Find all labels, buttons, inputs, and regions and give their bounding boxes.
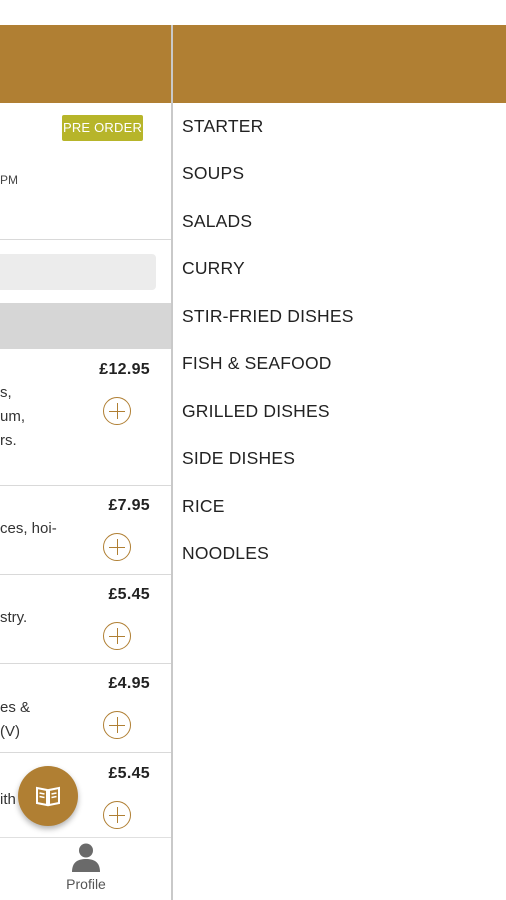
item-description: s, um, rs. xyxy=(0,384,26,449)
nav-item-profile-label: Profile xyxy=(66,876,106,892)
item-description: es & (V) xyxy=(0,699,31,740)
item-price: £7.95 xyxy=(108,497,150,514)
category-drawer: STARTER SOUPS SALADS CURRY STIR-FRIED DI… xyxy=(173,25,506,900)
category-item-curry[interactable]: CURRY xyxy=(182,258,245,279)
category-item-starter[interactable]: STARTER xyxy=(182,116,263,137)
search-input[interactable] xyxy=(0,254,156,290)
category-item-side-dishes[interactable]: SIDE DISHES xyxy=(182,448,295,469)
menu-fab-button[interactable] xyxy=(18,766,78,826)
category-item-noodles[interactable]: NOODLES xyxy=(182,543,269,564)
category-item-soups[interactable]: SOUPS xyxy=(182,163,244,184)
item-description: stry. xyxy=(0,609,28,626)
category-item-stir-fried[interactable]: STIR-FRIED DISHES xyxy=(182,306,354,327)
menu-item: £4.95 es & (V) xyxy=(0,664,172,752)
section-header-bar xyxy=(0,303,172,349)
menu-item: £7.95 ces, hoi- xyxy=(0,486,172,574)
category-item-salads[interactable]: SALADS xyxy=(182,211,252,232)
drawer-header-bar xyxy=(173,25,506,103)
item-price: £5.45 xyxy=(108,586,150,603)
category-item-fish-seafood[interactable]: FISH & SEAFOOD xyxy=(182,353,332,374)
add-item-button[interactable] xyxy=(103,533,131,561)
add-item-button[interactable] xyxy=(103,711,131,739)
item-price: £12.95 xyxy=(99,361,150,378)
item-description: ith xyxy=(0,791,16,808)
restaurant-menu-panel: £12.95 s, um, rs. £7.95 ces, hoi- £5.45 … xyxy=(0,25,172,900)
menu-book-icon xyxy=(36,786,60,807)
category-item-grilled[interactable]: GRILLED DISHES xyxy=(182,401,330,422)
status-bar xyxy=(0,0,506,25)
add-item-button[interactable] xyxy=(103,801,131,829)
person-icon xyxy=(72,843,100,872)
divider xyxy=(0,239,172,240)
bottom-navigation: Profile xyxy=(0,837,172,900)
item-description: ces, hoi- xyxy=(0,520,57,537)
menu-item: £5.45 stry. xyxy=(0,575,172,663)
left-header-bar xyxy=(0,25,172,103)
item-price: £4.95 xyxy=(108,675,150,692)
add-item-button[interactable] xyxy=(103,397,131,425)
status-badge: PRE ORDER xyxy=(62,115,143,141)
menu-item: £12.95 s, um, rs. xyxy=(0,349,172,485)
time-fragment: PM xyxy=(0,173,18,187)
add-item-button[interactable] xyxy=(103,622,131,650)
item-price: £5.45 xyxy=(108,765,150,782)
category-item-rice[interactable]: RICE xyxy=(182,496,225,517)
